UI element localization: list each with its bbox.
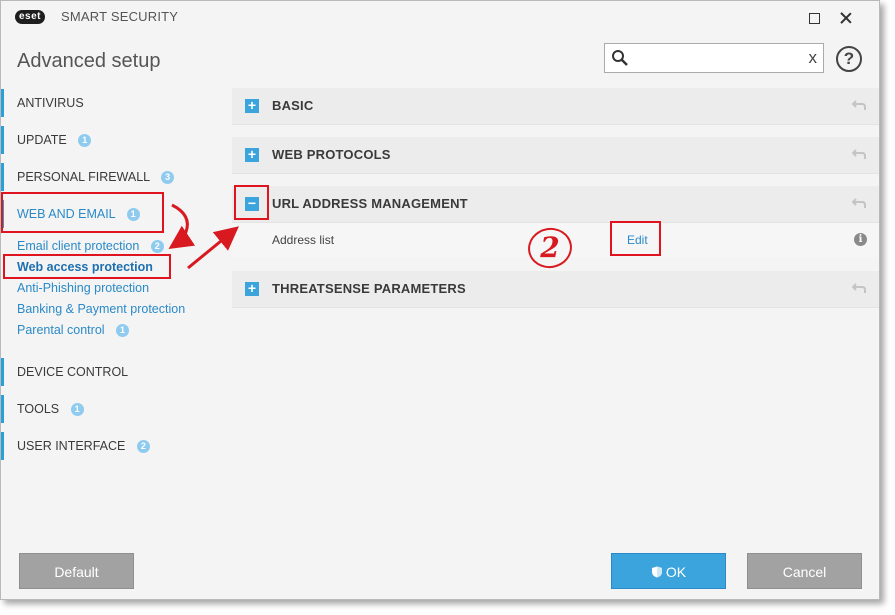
sidebar-item-label: DEVICE CONTROL: [17, 365, 129, 379]
count-badge: 2: [150, 240, 164, 253]
sidebar-subitem-parental-control[interactable]: Parental control 1: [17, 320, 130, 340]
revert-icon[interactable]: [852, 281, 866, 295]
maximize-button[interactable]: [799, 5, 829, 29]
step-number: 2: [540, 231, 560, 264]
sidebar-item-user-interface[interactable]: USER INTERFACE 2: [1, 432, 216, 460]
default-button[interactable]: Default: [19, 553, 134, 589]
ok-label: OK: [665, 564, 687, 580]
count-badge: 2: [136, 440, 150, 453]
sidebar: ANTIVIRUS UPDATE 1 PERSONAL FIREWALL 3 W…: [1, 87, 221, 487]
expand-icon[interactable]: +: [245, 98, 259, 113]
sidebar-item-label: ANTIVIRUS: [17, 96, 84, 110]
section-title: THREATSENSE PARAMETERS: [272, 281, 466, 296]
revert-icon[interactable]: [852, 196, 866, 210]
sidebar-item-tools[interactable]: TOOLS 1: [1, 395, 216, 423]
highlight-web-access-protection: [3, 254, 171, 279]
revert-icon[interactable]: [852, 147, 866, 161]
highlight-edit-link: [610, 221, 661, 256]
sidebar-subitem-label: Email client protection: [17, 239, 140, 253]
title-bar: eset SMART SECURITY: [1, 1, 879, 35]
count-badge: 3: [161, 171, 175, 184]
highlight-collapse-toggle: [234, 185, 269, 220]
section-title: BASIC: [272, 98, 314, 113]
search-input[interactable]: [633, 46, 797, 72]
sidebar-subitem-label: Parental control: [17, 323, 105, 337]
section-title: WEB PROTOCOLS: [272, 147, 391, 162]
sidebar-item-label: UPDATE: [17, 133, 67, 147]
close-window-button[interactable]: [831, 5, 861, 29]
sidebar-item-label: PERSONAL FIREWALL: [17, 170, 150, 184]
section-basic[interactable]: + BASIC: [232, 88, 879, 125]
info-icon[interactable]: i: [854, 233, 867, 246]
count-badge: 1: [78, 134, 92, 147]
expand-icon[interactable]: +: [245, 281, 259, 296]
eset-logo: eset: [15, 10, 46, 24]
sidebar-subitem-email-client-protection[interactable]: Email client protection 2: [17, 236, 164, 256]
page-title: Advanced setup: [17, 50, 161, 72]
address-list-label: Address list: [272, 233, 335, 247]
sidebar-subitem-label: Banking & Payment protection: [17, 302, 186, 316]
sidebar-item-personal-firewall[interactable]: PERSONAL FIREWALL 3: [1, 163, 216, 191]
sidebar-item-label: TOOLS: [17, 402, 60, 416]
help-icon[interactable]: ?: [836, 46, 862, 72]
count-badge: 1: [70, 403, 84, 416]
sidebar-subitem-banking-payment-protection[interactable]: Banking & Payment protection: [17, 299, 185, 319]
section-url-address-management[interactable]: − URL ADDRESS MANAGEMENT: [232, 186, 879, 223]
sidebar-subitem-label: Anti-Phishing protection: [17, 281, 150, 295]
section-web-protocols[interactable]: + WEB PROTOCOLS: [232, 137, 879, 174]
product-name: SMART SECURITY: [61, 9, 179, 24]
cancel-button[interactable]: Cancel: [747, 553, 862, 589]
section-threatsense-parameters[interactable]: + THREATSENSE PARAMETERS: [232, 271, 879, 308]
sidebar-item-antivirus[interactable]: ANTIVIRUS: [1, 89, 216, 117]
highlight-web-and-email: [1, 192, 164, 233]
sidebar-item-update[interactable]: UPDATE 1: [1, 126, 216, 154]
search-icon: [612, 50, 628, 66]
count-badge: 1: [116, 324, 130, 337]
advanced-setup-window: eset SMART SECURITY Advanced setup x ? A…: [0, 0, 880, 600]
expand-icon[interactable]: +: [245, 147, 259, 162]
section-title: URL ADDRESS MANAGEMENT: [272, 196, 468, 211]
search-box[interactable]: x: [604, 43, 824, 73]
sidebar-subitem-anti-phishing-protection[interactable]: Anti-Phishing protection: [17, 278, 149, 298]
ok-button[interactable]: OK: [611, 553, 726, 589]
shield-icon: [651, 566, 662, 578]
sidebar-item-label: USER INTERFACE: [17, 439, 126, 453]
sidebar-item-device-control[interactable]: DEVICE CONTROL: [1, 358, 216, 386]
clear-search-icon[interactable]: x: [809, 47, 818, 69]
revert-icon[interactable]: [852, 98, 866, 112]
